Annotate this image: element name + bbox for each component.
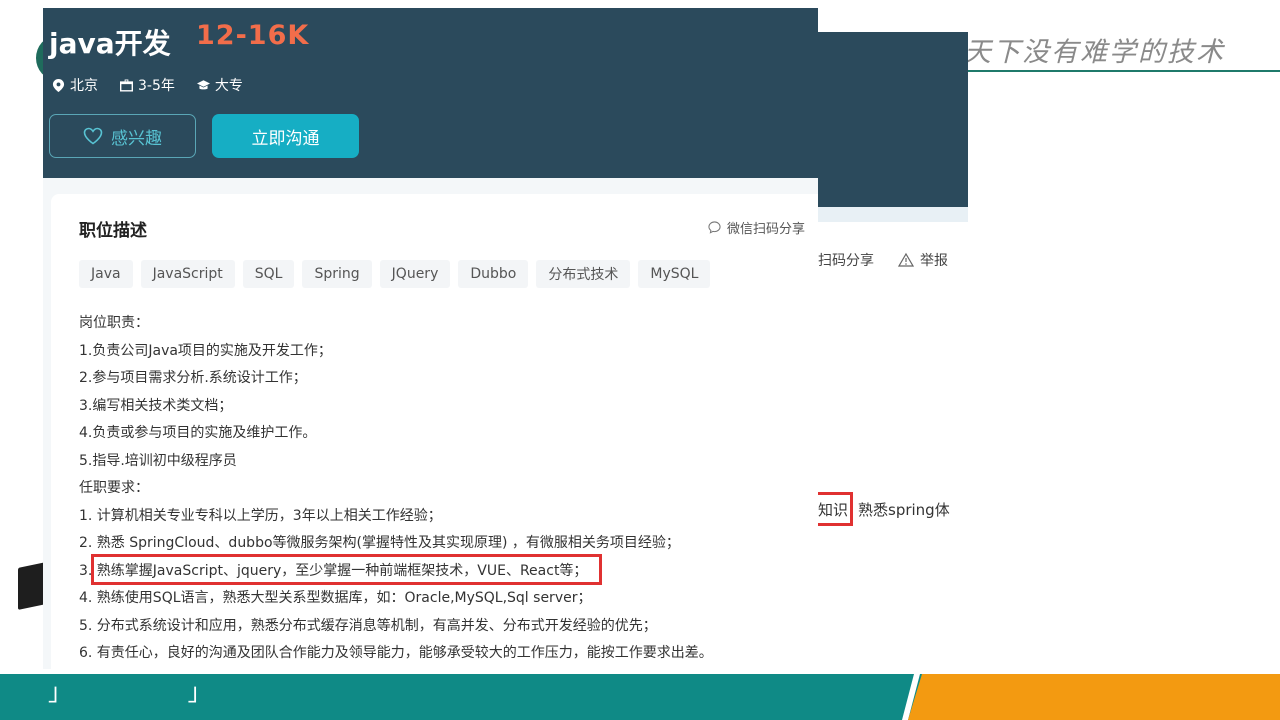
back-requirement-text: 熟悉spring体: [858, 501, 950, 519]
slide-footer-marks: 」 」: [48, 678, 266, 706]
skill-tag[interactable]: 分布式技术: [536, 260, 631, 288]
skill-tag[interactable]: Spring: [302, 260, 372, 288]
location-pin-icon: [52, 78, 65, 92]
description-line: 5. 分布式系统设计和应用，熟悉分布式缓存消息等机制，有高并发、分布式开发经验的…: [79, 617, 657, 634]
job-location-text: 北京: [70, 78, 98, 94]
skill-tag[interactable]: JQuery: [379, 260, 451, 288]
skill-tag[interactable]: SQL: [242, 260, 295, 288]
briefcase-icon: [120, 78, 133, 92]
chat-now-button[interactable]: 立即沟通: [212, 114, 359, 158]
description-line: 任职要求：: [79, 480, 149, 496]
description-line: 2.参与项目需求分析.系统设计工作；: [79, 370, 307, 386]
job-salary: 12-16K: [196, 20, 310, 51]
skill-tag[interactable]: MySQL: [638, 260, 711, 288]
report-link[interactable]: 举报: [898, 250, 948, 270]
slide-divider: [964, 70, 1280, 72]
back-share-link[interactable]: 扫码分享: [818, 250, 874, 270]
description-lines: 岗位职责： 1.负责公司Java项目的实施及开发工作； 2.参与项目需求分析.系…: [79, 310, 713, 668]
job-education-text: 大专: [214, 78, 243, 94]
description-line: 6. 有责任心，良好的沟通及团队合作能力及领导能力，能够承受较大的工作压力，能按…: [79, 645, 713, 661]
description-line: 3.编写相关技术类文档；: [79, 397, 233, 414]
back-window-header: [818, 32, 968, 207]
skill-tags: Java JavaScript SQL Spring JQuery Dubbo …: [79, 260, 711, 288]
interest-label: 感兴趣: [111, 128, 162, 149]
back-highlight-box: [815, 492, 853, 526]
warning-icon: [898, 252, 914, 267]
description-line: 岗位职责：: [79, 315, 149, 331]
skill-tag[interactable]: Dubbo: [458, 260, 529, 288]
chat-bubble-icon: [708, 221, 721, 234]
graduation-cap-icon: [196, 79, 210, 89]
back-window-body: [818, 207, 968, 669]
wechat-share-label: 微信扫码分享: [727, 222, 806, 237]
job-experience: 3-5年: [120, 75, 175, 95]
highlight-box: [91, 554, 602, 585]
description-line: 1.负责公司Java项目的实施及开发工作；: [79, 342, 332, 359]
section-title: 职位描述: [79, 221, 147, 241]
skill-tag[interactable]: JavaScript: [140, 260, 235, 288]
job-education: 大专: [196, 75, 243, 95]
job-title: java开发: [49, 27, 171, 60]
job-description-card: 职位描述 微信扫码分享 Java JavaScript SQL Spring J…: [51, 194, 818, 669]
job-meta: 北京 3-5年 大专: [52, 75, 243, 95]
job-experience-text: 3-5年: [138, 78, 175, 94]
slide-slogan: 天下没有难学的技术: [964, 37, 1225, 68]
description-line: 4.负责或参与项目的实施及维护工作。: [79, 425, 317, 441]
heart-icon: [83, 127, 103, 145]
description-line: 1. 计算机相关专业专科以上学历，3年以上相关工作经验；: [79, 507, 442, 524]
report-label: 举报: [920, 253, 948, 269]
description-line: 5.指导.培训初中级程序员: [79, 452, 237, 469]
job-header: java开发 12-16K 北京 3-5年 大专 感兴趣 立即沟通: [43, 8, 818, 178]
skill-tag[interactable]: Java: [79, 260, 133, 288]
job-posting-window: java开发 12-16K 北京 3-5年 大专 感兴趣 立即沟通 职位描述 微…: [43, 8, 818, 669]
description-line: 4. 熟练使用SQL语言，熟悉大型关系型数据库，如：Oracle,MySQL,S…: [79, 590, 592, 606]
interest-button[interactable]: 感兴趣: [49, 114, 196, 158]
slide-footer-orange-band: [908, 674, 1280, 720]
wechat-share-link[interactable]: 微信扫码分享: [708, 218, 805, 237]
job-location: 北京: [52, 75, 98, 95]
laptop-illustration: [18, 562, 46, 610]
